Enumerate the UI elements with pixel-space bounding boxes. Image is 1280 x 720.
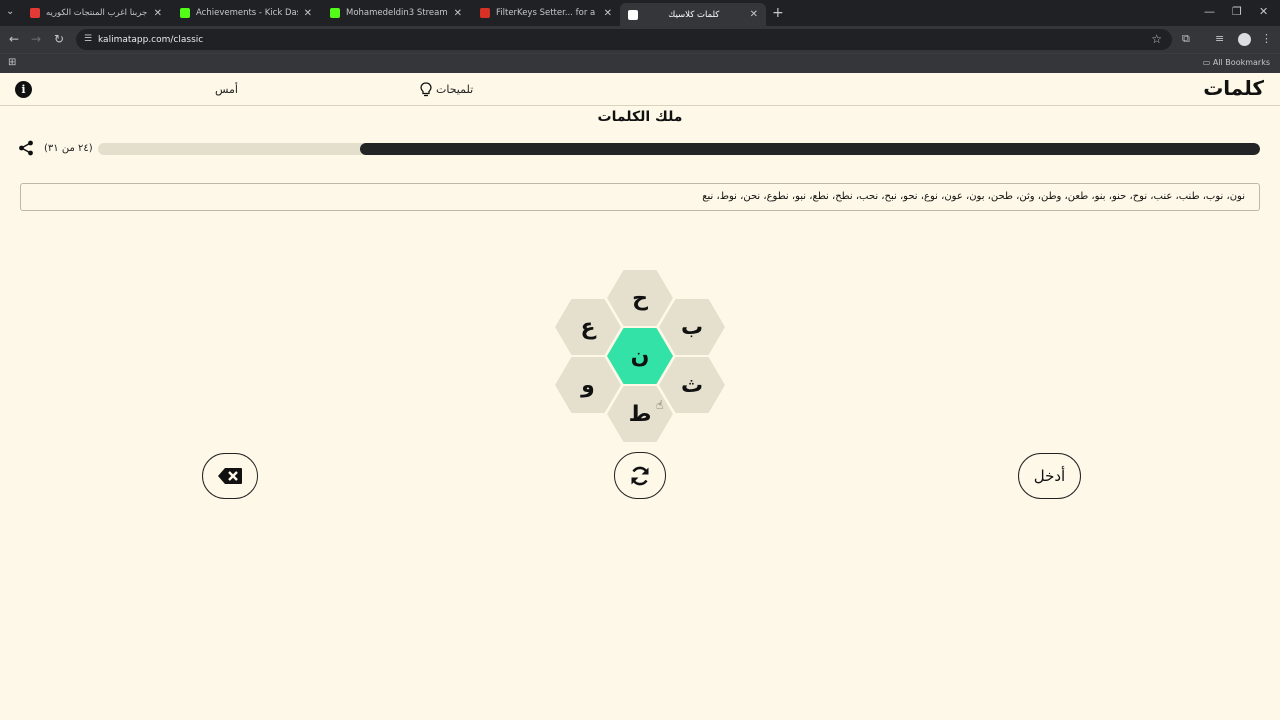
- media-icon[interactable]: ≡: [1215, 32, 1224, 45]
- hints-button[interactable]: تلميحات: [420, 82, 473, 97]
- all-bookmarks-link[interactable]: ▭ All Bookmarks: [1203, 58, 1270, 67]
- lightbulb-icon: [420, 82, 432, 97]
- tab-title: جربنا اغرب المنتجات الكوريه: [46, 8, 148, 18]
- reload-icon[interactable]: ↻: [54, 32, 64, 46]
- backspace-icon: [218, 468, 242, 484]
- tab-4[interactable]: FilterKeys Setter... for a faster ke ✕: [472, 3, 620, 23]
- hex-tile-bottom-right[interactable]: ث: [659, 357, 725, 413]
- tab-5-active[interactable]: كلمات كلاسيك ✕: [620, 3, 766, 26]
- tab-3[interactable]: Mohamedeldin3 Stream - Watc ✕: [322, 3, 470, 23]
- rank-title: ملك الكلمات: [597, 109, 683, 125]
- app-logo[interactable]: كلمات: [1203, 76, 1264, 100]
- tab-1[interactable]: جربنا اغرب المنتجات الكوريه ✕: [22, 3, 170, 23]
- close-icon[interactable]: ✕: [304, 8, 312, 19]
- all-bookmarks-label: All Bookmarks: [1212, 58, 1270, 67]
- hex-tile-top-right[interactable]: ب: [659, 299, 725, 355]
- new-tab-icon[interactable]: +: [772, 5, 784, 21]
- share-icon[interactable]: [18, 140, 34, 156]
- browser-tab-bar: ⌄ جربنا اغرب المنتجات الكوريه ✕ Achievem…: [0, 0, 1280, 26]
- kick-icon: [330, 8, 340, 18]
- forward-icon[interactable]: →: [31, 32, 41, 46]
- bookmark-star-icon[interactable]: ☆: [1151, 32, 1162, 46]
- tab-title: FilterKeys Setter... for a faster ke: [496, 8, 598, 18]
- close-icon[interactable]: ✕: [604, 8, 612, 19]
- hex-tile-top[interactable]: ح: [607, 270, 673, 326]
- back-icon[interactable]: ←: [9, 32, 19, 46]
- hex-tile-bottom[interactable]: ط: [607, 386, 673, 442]
- hex-tile-center[interactable]: ن: [607, 328, 673, 384]
- tab-title: Achievements - Kick Dashboard: [196, 8, 298, 18]
- hex-tile-top-left[interactable]: ع: [555, 299, 621, 355]
- close-icon[interactable]: ✕: [750, 9, 758, 20]
- hand-cursor-icon: ☝: [656, 398, 664, 412]
- enter-button[interactable]: أدخل: [1018, 453, 1081, 499]
- delete-button[interactable]: [202, 453, 258, 499]
- kick-icon: [180, 8, 190, 18]
- menu-icon[interactable]: ⋮: [1261, 32, 1272, 45]
- url-text: kalimatapp.com/classic: [98, 34, 204, 45]
- shuffle-button[interactable]: [614, 452, 666, 499]
- hex-tile-bottom-left[interactable]: و: [555, 357, 621, 413]
- progress-count: (٢٤ من ٣١): [44, 143, 93, 154]
- hints-label: تلميحات: [436, 83, 474, 96]
- profile-avatar[interactable]: [1238, 33, 1251, 46]
- bookmarks-bar: ⊞ ▭ All Bookmarks: [0, 53, 1280, 73]
- address-bar: ← → ↻ ☰ kalimatapp.com/classic ☆ ⧉ ≡ ⋮: [0, 26, 1280, 53]
- info-icon[interactable]: i: [15, 81, 32, 98]
- youtube-icon: [30, 8, 40, 18]
- progress-bar-fill: [360, 143, 1260, 155]
- yesterday-button[interactable]: أمس: [215, 83, 238, 96]
- progress-bar: [98, 143, 1260, 155]
- apps-icon[interactable]: ⊞: [8, 57, 16, 68]
- kalimat-icon: [628, 9, 638, 20]
- maximize-icon[interactable]: ❐: [1232, 5, 1242, 18]
- close-icon[interactable]: ✕: [154, 8, 162, 19]
- app-header: كلمات تلميحات أمس i: [0, 73, 1280, 106]
- tab-2[interactable]: Achievements - Kick Dashboard ✕: [172, 3, 320, 23]
- minimize-icon[interactable]: —: [1204, 5, 1215, 18]
- close-icon[interactable]: ✕: [454, 8, 462, 19]
- tab-title: كلمات كلاسيك: [668, 9, 720, 20]
- url-input[interactable]: ☰ kalimatapp.com/classic ☆: [76, 29, 1172, 50]
- refresh-icon: [631, 466, 649, 485]
- found-words-list[interactable]: نون، نوب، طنب، عنب، نوح، حنو، بنو، طعن، …: [20, 183, 1260, 211]
- tab-search-icon[interactable]: ⌄: [6, 6, 14, 17]
- close-window-icon[interactable]: ✕: [1259, 5, 1268, 18]
- tab-title: Mohamedeldin3 Stream - Watc: [346, 8, 448, 18]
- extensions-icon[interactable]: ⧉: [1182, 32, 1190, 46]
- site-info-icon[interactable]: ☰: [84, 34, 92, 44]
- pdf-icon: [480, 8, 490, 18]
